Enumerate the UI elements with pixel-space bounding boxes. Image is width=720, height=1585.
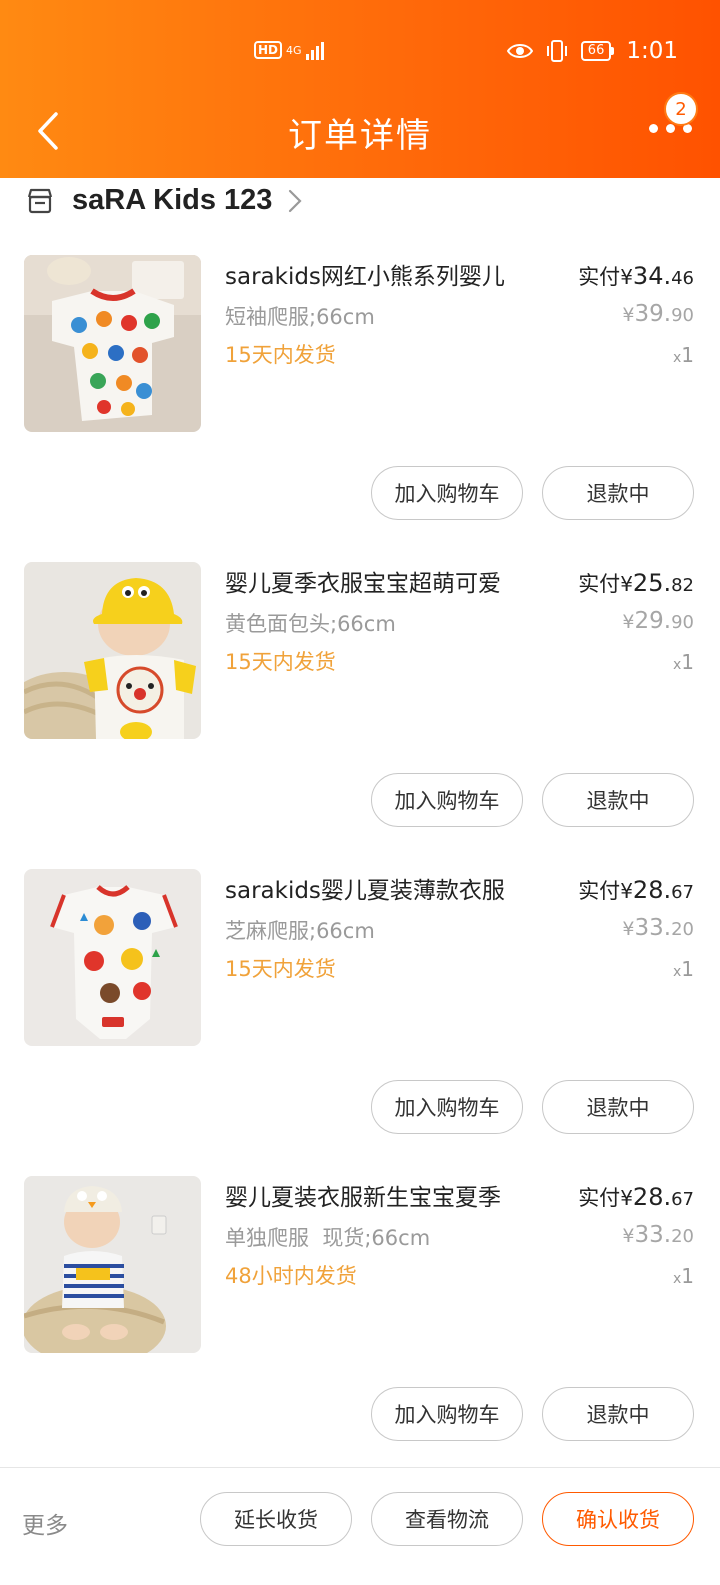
- original-price: ¥39.90: [622, 301, 694, 327]
- product-title[interactable]: sarakids婴儿夏装薄款衣服: [225, 871, 545, 905]
- paid-price: 实付¥28.67: [578, 876, 694, 904]
- paid-price: 实付¥25.82: [578, 569, 694, 597]
- confirm-receipt-button[interactable]: 确认收货: [542, 1492, 694, 1546]
- extend-receipt-button[interactable]: 延长收货: [200, 1492, 352, 1546]
- paid-price: 实付¥34.46: [578, 262, 694, 290]
- shipping-time: 15天内发货: [225, 343, 336, 367]
- product-spec: 黄色面包头;66cm: [225, 612, 396, 636]
- refund-status-button[interactable]: 退款中: [542, 1080, 694, 1134]
- order-item[interactable]: 婴儿夏装衣服新生宝宝夏季 单独爬服 现货;66cm 48小时内发货 实付¥28.…: [0, 1176, 720, 1483]
- view-logistics-button[interactable]: 查看物流: [371, 1492, 523, 1546]
- refund-status-button[interactable]: 退款中: [542, 466, 694, 520]
- product-title[interactable]: 婴儿夏季衣服宝宝超萌可爱: [225, 564, 545, 598]
- paid-price: 实付¥28.67: [578, 1183, 694, 1211]
- quantity: x1: [672, 343, 694, 367]
- network-indicator: HD 4G: [254, 40, 324, 60]
- bottom-action-bar: 更多 延长收货 查看物流 确认收货: [0, 1467, 720, 1585]
- add-to-cart-button[interactable]: 加入购物车: [371, 773, 523, 827]
- refund-status-button[interactable]: 退款中: [542, 773, 694, 827]
- shop-row[interactable]: saRA Kids 123: [26, 184, 302, 217]
- shop-name[interactable]: saRA Kids 123: [72, 184, 272, 217]
- notification-badge: 2: [664, 92, 698, 126]
- product-title[interactable]: 婴儿夏装衣服新生宝宝夏季: [225, 1178, 545, 1212]
- product-title[interactable]: sarakids网红小熊系列婴儿: [225, 257, 545, 291]
- status-bar: HD 4G 66 1:01: [0, 34, 720, 74]
- vibrate-icon: [546, 40, 567, 62]
- signal-icon: [305, 40, 324, 60]
- product-spec: 芝麻爬服;66cm: [225, 919, 375, 943]
- more-link[interactable]: 更多: [22, 1506, 68, 1540]
- original-price: ¥33.20: [622, 1222, 694, 1248]
- order-item[interactable]: sarakids婴儿夏装薄款衣服 芝麻爬服;66cm 15天内发货 实付¥28.…: [0, 869, 720, 1176]
- order-item[interactable]: sarakids网红小熊系列婴儿 短袖爬服;66cm 15天内发货 实付¥34.…: [0, 255, 720, 562]
- battery-icon: 66: [580, 41, 615, 61]
- page-title: 订单详情: [288, 116, 432, 156]
- product-image[interactable]: [24, 255, 201, 432]
- chevron-right-icon: [289, 189, 302, 212]
- quantity: x1: [672, 650, 694, 674]
- add-to-cart-button[interactable]: 加入购物车: [371, 1080, 523, 1134]
- quantity: x1: [672, 957, 694, 981]
- refund-status-button[interactable]: 退款中: [542, 1387, 694, 1441]
- original-price: ¥33.20: [622, 915, 694, 941]
- shipping-time: 15天内发货: [225, 957, 336, 981]
- shipping-time: 48小时内发货: [225, 1264, 357, 1288]
- order-item[interactable]: 婴儿夏季衣服宝宝超萌可爱 黄色面包头;66cm 15天内发货 实付¥25.82 …: [0, 562, 720, 869]
- network-type: 4G: [286, 43, 302, 57]
- add-to-cart-button[interactable]: 加入购物车: [371, 466, 523, 520]
- original-price: ¥29.90: [622, 608, 694, 634]
- quantity: x1: [672, 1264, 694, 1288]
- add-to-cart-button[interactable]: 加入购物车: [371, 1387, 523, 1441]
- product-image[interactable]: [24, 869, 201, 1046]
- product-image[interactable]: [24, 562, 201, 739]
- shipping-time: 15天内发货: [225, 650, 336, 674]
- clock: 1:01: [626, 38, 678, 64]
- store-icon: [27, 188, 53, 213]
- hd-badge: HD: [254, 41, 283, 59]
- app-header: HD 4G 66 1:01 订单详情 2: [0, 0, 720, 178]
- eye-icon: [506, 44, 533, 58]
- product-image[interactable]: [24, 1176, 201, 1353]
- product-spec: 单独爬服 现货;66cm: [225, 1226, 431, 1250]
- product-spec: 短袖爬服;66cm: [225, 305, 375, 329]
